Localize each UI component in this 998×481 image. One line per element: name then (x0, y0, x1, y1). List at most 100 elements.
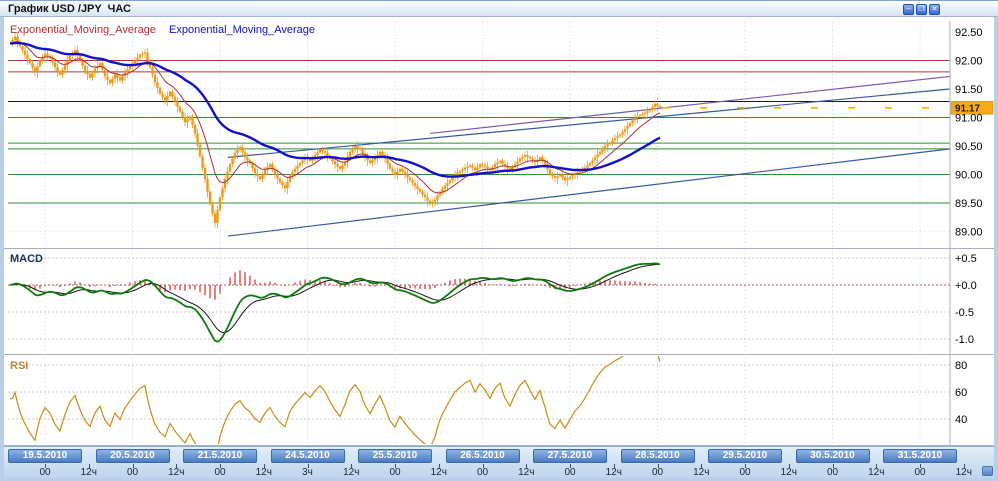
date-box[interactable]: 30.5.2010 (796, 449, 870, 463)
date-box[interactable]: 26.5.2010 (446, 449, 520, 463)
price-tick-label: 91.00 (955, 113, 983, 125)
macd-histogram-bar (229, 278, 230, 285)
macd-tick-label: -0.5 (955, 307, 974, 319)
macd-histogram-bar (524, 284, 525, 285)
macd-histogram-bar (274, 283, 275, 285)
macd-tick-label: -1.0 (955, 334, 974, 346)
macd-histogram-bar (489, 284, 490, 285)
macd-histogram-bar (484, 283, 485, 285)
ema-fast-legend[interactable]: Exponential_Moving_Average (10, 24, 156, 36)
macd-histogram-bar (89, 285, 90, 287)
close-button[interactable]: ✕ (929, 4, 940, 15)
time-label: 00 (727, 467, 763, 478)
window-title: График USD /JPY ЧАС (8, 3, 131, 15)
macd-histogram-bar (434, 285, 435, 288)
macd-histogram-bar (39, 285, 40, 289)
date-box[interactable]: 29.5.2010 (708, 449, 782, 463)
date-box[interactable]: 20.5.2010 (96, 449, 170, 463)
date-box[interactable]: 27.5.2010 (533, 449, 607, 463)
macd-histogram-bar (269, 282, 270, 285)
macd-histogram-bar (119, 285, 120, 286)
macd-histogram-bar (234, 272, 235, 285)
macd-histogram-bar (259, 283, 260, 285)
macd-histogram-bar (569, 285, 570, 288)
time-label: 12ч (333, 467, 369, 478)
minimize-button[interactable]: ─ (903, 4, 914, 15)
time-label: 12ч (683, 467, 719, 478)
macd-histogram-bar (409, 285, 410, 288)
price-tick-label: 89.50 (955, 198, 983, 210)
macd-histogram-bar (64, 285, 65, 286)
macd-histogram-bar (44, 285, 45, 286)
macd-histogram-bar (134, 281, 135, 285)
date-box[interactable]: 31.5.2010 (883, 449, 957, 463)
price-tick-label: 89.00 (955, 227, 983, 239)
macd-histogram-bar (509, 285, 510, 286)
time-axis: 19.5.2010 00 12ч 20.5.2010 00 12ч 21.5.2010 00 1… (4, 446, 994, 478)
price-tick-label: 92.50 (955, 27, 983, 39)
date-box[interactable]: 19.5.2010 (8, 449, 82, 463)
macd-histogram-bar (574, 285, 575, 286)
chart-window: График USD /JPY ЧАС ─ ❒ ✕ 91.1792.5092.0… (0, 0, 998, 481)
macd-histogram-bar (629, 281, 630, 285)
macd-histogram-bar (639, 282, 640, 285)
macd-histogram-bar (284, 285, 285, 286)
time-label: 12ч (596, 467, 632, 478)
macd-histogram-bar (444, 283, 445, 285)
macd-histogram-bar (614, 280, 615, 285)
macd-histogram-bar (334, 285, 335, 286)
maximize-button[interactable]: ❒ (916, 4, 927, 15)
macd-histogram-bar (369, 285, 370, 287)
macd-histogram-bar (644, 283, 645, 285)
macd-histogram-bar (294, 282, 295, 285)
price-tick-label: 92.00 (955, 56, 983, 68)
date-box[interactable]: 25.5.2010 (358, 449, 432, 463)
titlebar[interactable]: График USD /JPY ЧАС ─ ❒ ✕ (0, 0, 998, 17)
time-label: 00 (465, 467, 501, 478)
macd-histogram-bar (214, 285, 215, 300)
macd-histogram-bar (129, 283, 130, 285)
time-label: 12ч (508, 467, 544, 478)
macd-histogram-bar (109, 285, 110, 287)
macd-histogram-bar (219, 285, 220, 294)
time-label: 00 (202, 467, 238, 478)
date-box[interactable]: 21.5.2010 (183, 449, 257, 463)
macd-histogram-bar (74, 281, 75, 285)
macd-histogram-bar (424, 285, 425, 289)
price-tick-label: 91.50 (955, 84, 983, 96)
macd-panel-label: MACD (10, 253, 43, 265)
macd-histogram-bar (199, 285, 200, 292)
macd-histogram-bar (174, 285, 175, 290)
macd-histogram-bar (544, 285, 545, 286)
ema-slow-legend[interactable]: Exponential_Moving_Average (169, 24, 315, 36)
chart-content: 91.1792.5092.0091.5091.0090.5090.0089.50… (0, 17, 998, 481)
macd-histogram-bar (339, 285, 340, 287)
macd-histogram-bar (479, 282, 480, 285)
time-label: 3ч (290, 467, 326, 478)
macd-histogram-bar (414, 285, 415, 289)
macd-histogram-bar (189, 285, 190, 289)
macd-tick-label: +0.0 (955, 280, 977, 292)
macd-histogram-bar (124, 284, 125, 285)
macd-histogram-bar (384, 285, 385, 286)
date-box[interactable]: 28.5.2010 (621, 449, 695, 463)
date-box[interactable]: 24.5.2010 (271, 449, 345, 463)
chart-canvas[interactable]: 91.1792.5092.0091.5091.0090.5090.0089.50… (0, 17, 998, 481)
macd-histogram-bar (624, 281, 625, 285)
time-label: 12ч (246, 467, 282, 478)
macd-histogram-bar (209, 285, 210, 298)
macd-histogram-bar (169, 285, 170, 290)
macd-histogram-bar (584, 284, 585, 285)
macd-histogram-bar (179, 285, 180, 290)
macd-histogram-bar (164, 285, 165, 292)
window-controls: ─ ❒ ✕ (903, 4, 940, 15)
time-label: 00 (640, 467, 676, 478)
macd-histogram-bar (634, 281, 635, 285)
time-label: 12ч (421, 467, 457, 478)
macd-histogram-bar (194, 285, 195, 290)
macd-histogram-bar (429, 285, 430, 289)
scroll-corner-button[interactable] (982, 466, 993, 476)
time-label: 12ч (946, 467, 982, 478)
rsi-tick-label: 40 (955, 414, 967, 426)
time-label: 00 (902, 467, 938, 478)
